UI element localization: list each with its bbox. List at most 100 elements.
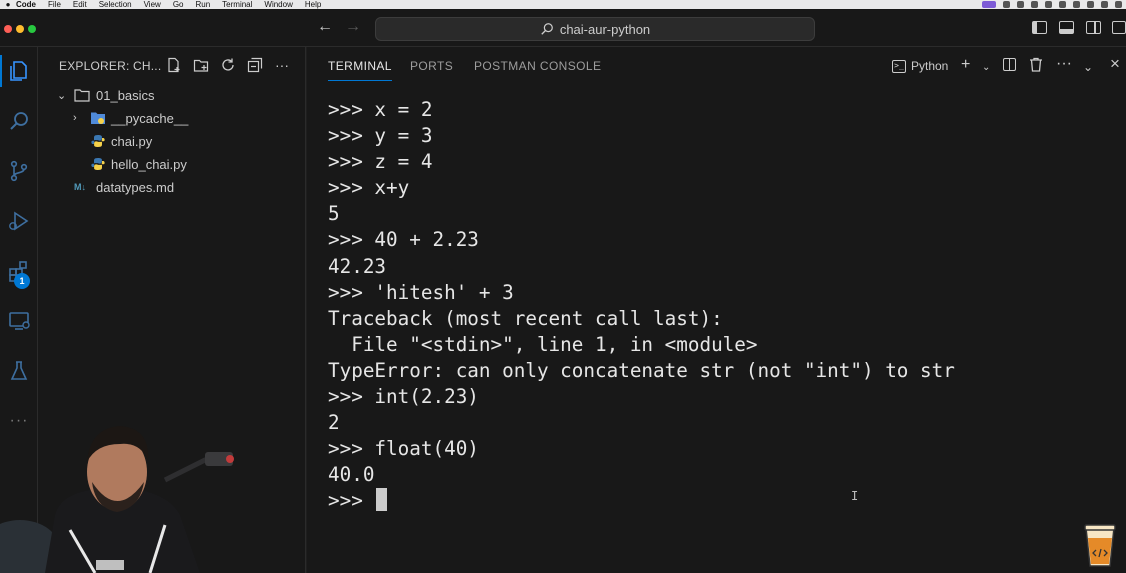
python-file-icon (91, 158, 105, 170)
tab-ports[interactable]: PORTS (410, 59, 453, 73)
terminal-line: >>> int(2.23) (328, 385, 479, 409)
tree-folder-label: __pycache__ (111, 110, 189, 126)
tree-file-label: datatypes.md (96, 179, 175, 195)
chevron-right-icon: › (73, 112, 77, 124)
source-control-icon[interactable] (0, 151, 38, 191)
terminal-line: >>> 40 + 2.23 (328, 228, 479, 252)
tray-icon[interactable] (1003, 1, 1010, 8)
bluetooth-icon[interactable] (1045, 1, 1052, 8)
search-icon (541, 23, 553, 35)
tree-file-datatypes-md[interactable]: M↓ datatypes.md (38, 176, 306, 198)
terminal-line: Traceback (most recent call last): (328, 306, 723, 330)
terminal-icon: >_ (892, 59, 906, 73)
terminal-line: 42.23 (328, 254, 387, 278)
bottom-panel: TERMINAL PORTS POSTMAN CONSOLE >_ Python… (307, 47, 1126, 573)
tab-postman-console[interactable]: POSTMAN CONSOLE (474, 59, 601, 73)
terminal-line: File "<stdin>", line 1, in <module> (328, 332, 758, 356)
terminal-line: 2 (328, 411, 340, 435)
collapse-all-icon[interactable] (247, 57, 263, 73)
new-file-icon[interactable] (166, 57, 182, 73)
terminal-prompt-line[interactable]: >>> (328, 488, 1126, 514)
markdown-file-icon: M↓ (74, 182, 86, 192)
terminal-profile-selector[interactable]: >_ Python (892, 56, 948, 76)
tray-icon[interactable] (1073, 1, 1080, 8)
terminal-line: >>> z = 4 (328, 150, 433, 174)
chai-cup-logo-icon (1084, 524, 1116, 567)
explorer-icon[interactable] (0, 51, 38, 91)
terminal-prompt: >>> (328, 489, 375, 513)
folder-open-icon (74, 89, 90, 102)
search-icon[interactable] (0, 101, 38, 141)
toggle-primary-sidebar-icon[interactable] (1032, 21, 1047, 34)
panel-tab-bar: TERMINAL PORTS POSTMAN CONSOLE >_ Python… (307, 47, 1126, 85)
menu-terminal[interactable]: Terminal (222, 0, 252, 9)
terminal-line: >>> y = 3 (328, 124, 433, 148)
menu-help[interactable]: Help (305, 0, 321, 9)
menu-app-name[interactable]: Code (16, 0, 36, 9)
more-actions-icon[interactable]: ··· (274, 57, 290, 73)
terminal-line: 40.0 (328, 463, 375, 487)
command-center-label: chai-aur-python (559, 21, 651, 37)
close-icon[interactable]: × (1110, 55, 1120, 73)
python-file-icon (91, 135, 105, 147)
terminal-line: >>> x+y (328, 176, 410, 200)
customize-layout-icon[interactable] (1112, 21, 1126, 34)
search-icon[interactable] (1101, 1, 1108, 8)
toggle-secondary-sidebar-icon[interactable] (1086, 21, 1101, 34)
terminal-line: 5 (328, 202, 340, 226)
terminal-line: TypeError: can only concatenate str (not… (328, 358, 955, 382)
presenter-webcam-overlay (0, 426, 234, 573)
explorer-header: EXPLORER: CH... ··· (38, 47, 306, 83)
chevron-down-icon[interactable]: ⌄ (982, 59, 990, 77)
new-folder-icon[interactable] (193, 57, 209, 73)
new-terminal-plus-icon[interactable]: + (961, 56, 970, 74)
zoom-window-button[interactable] (28, 25, 36, 33)
text-ibeam-cursor-icon: I (851, 489, 859, 503)
status-tray (982, 0, 1122, 9)
remote-explorer-icon[interactable] (0, 301, 38, 341)
trash-icon[interactable] (1029, 57, 1043, 77)
control-center-icon[interactable] (1115, 1, 1122, 8)
menu-go[interactable]: Go (173, 0, 184, 9)
minimize-window-button[interactable] (16, 25, 24, 33)
folder-icon (91, 112, 105, 124)
tray-icon[interactable] (1031, 1, 1038, 8)
wifi-icon[interactable] (1087, 1, 1094, 8)
back-arrow-icon[interactable]: ← (317, 18, 333, 36)
forward-arrow-icon[interactable]: → (345, 18, 361, 36)
tray-app-icon[interactable] (982, 1, 996, 8)
apple-icon[interactable]: ● (0, 0, 16, 9)
refresh-icon[interactable] (220, 57, 236, 73)
terminal-line: >>> 'hitesh' + 3 (328, 280, 514, 304)
tree-file-label: chai.py (111, 133, 153, 149)
menu-run[interactable]: Run (195, 0, 210, 9)
run-debug-icon[interactable] (0, 201, 38, 241)
extensions-badge: 1 (14, 273, 30, 289)
close-window-button[interactable] (4, 25, 12, 33)
chevron-down-icon[interactable]: ⌄ (1083, 58, 1093, 76)
menu-edit[interactable]: Edit (73, 0, 87, 9)
title-bar: ← → chai-aur-python (0, 9, 1126, 47)
toggle-panel-icon[interactable] (1059, 21, 1074, 34)
testing-flask-icon[interactable] (0, 351, 38, 391)
menu-selection[interactable]: Selection (99, 0, 132, 9)
explorer-title: EXPLORER: CH... (59, 59, 162, 73)
tray-icon[interactable] (1059, 1, 1066, 8)
tree-file-chai-py[interactable]: chai.py (38, 130, 306, 152)
tree-file-hello-chai-py[interactable]: hello_chai.py (38, 153, 306, 175)
tray-icon[interactable] (1017, 1, 1024, 8)
terminal-output[interactable]: >>> x = 2 >>> y = 3 >>> z = 4 >>> x+y 5 … (307, 97, 1126, 573)
terminal-profile-label: Python (911, 59, 949, 73)
split-terminal-icon[interactable] (1003, 58, 1016, 71)
menu-view[interactable]: View (144, 0, 161, 9)
menu-window[interactable]: Window (264, 0, 292, 9)
chevron-down-icon: ⌄ (57, 89, 67, 102)
terminal-line: >>> x = 2 (328, 98, 433, 121)
menu-file[interactable]: File (48, 0, 61, 9)
tree-folder-pycache[interactable]: › __pycache__ (38, 107, 306, 129)
tree-folder-01-basics[interactable]: ⌄ 01_basics (38, 84, 306, 106)
more-actions-icon[interactable]: ··· (1056, 55, 1072, 73)
tab-terminal[interactable]: TERMINAL (328, 59, 392, 81)
command-center-search[interactable]: chai-aur-python (375, 17, 815, 41)
macos-menu-bar: ● Code File Edit Selection View Go Run T… (0, 0, 1126, 9)
